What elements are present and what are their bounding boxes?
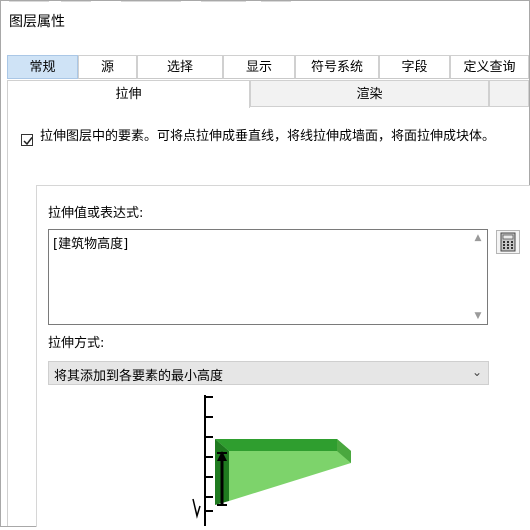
extrusion-method-label: 拉伸方式: bbox=[48, 336, 105, 351]
tab-selection[interactable]: 选择 bbox=[137, 55, 223, 79]
extrusion-value-label: 拉伸值或表达式: bbox=[48, 206, 144, 221]
extrusion-method-illustration bbox=[191, 391, 363, 526]
cropped-background-strip bbox=[1, 1, 529, 4]
extrude-checkbox[interactable] bbox=[21, 134, 33, 146]
check-icon bbox=[23, 137, 33, 146]
tab-fields[interactable]: 字段 bbox=[379, 55, 450, 79]
tab-empty-slot bbox=[489, 80, 529, 107]
tab-symbology[interactable]: 符号系统 bbox=[295, 55, 379, 79]
window-title: 图层属性 bbox=[9, 14, 65, 30]
chevron-down-icon: ⌄ bbox=[471, 365, 482, 379]
scroll-down-icon[interactable]: ▼ bbox=[473, 312, 483, 321]
layer-properties-window: 图层属性 常规 源 选择 显示 符号系统 字段 定义查询 拉伸 渲染 拉伸图层中… bbox=[0, 0, 530, 527]
tab-definition-query[interactable]: 定义查询 bbox=[450, 55, 529, 79]
extrude-checkbox-label: 拉伸图层中的要素。可将点拉伸成垂直线，将线拉伸成墙面，将面拉伸成块体。 bbox=[40, 129, 496, 144]
extrusion-method-value: 将其添加到各要素的最小高度 bbox=[54, 369, 224, 384]
expression-scrollbar[interactable]: ▲ ▼ bbox=[470, 231, 486, 323]
extrusion-method-select[interactable]: 将其添加到各要素的最小高度 ⌄ bbox=[48, 361, 489, 385]
tab-row-secondary: 拉伸 渲染 bbox=[1, 80, 529, 108]
tab-extrusion[interactable]: 拉伸 bbox=[7, 80, 250, 108]
tab-row-primary: 常规 源 选择 显示 符号系统 字段 定义查询 bbox=[1, 55, 529, 80]
extrusion-expression-input[interactable]: [建筑物高度] ▲ ▼ bbox=[48, 229, 488, 325]
scroll-up-icon[interactable]: ▲ bbox=[473, 234, 483, 243]
tab-rendering[interactable]: 渲染 bbox=[250, 80, 489, 107]
tab-source[interactable]: 源 bbox=[78, 55, 137, 79]
extrusion-expression-value: [建筑物高度] bbox=[53, 237, 129, 252]
tab-general[interactable]: 常规 bbox=[7, 55, 78, 79]
tab-display[interactable]: 显示 bbox=[223, 55, 295, 79]
expression-builder-button[interactable] bbox=[496, 230, 520, 254]
title-bar: 图层属性 bbox=[1, 1, 529, 39]
calculator-icon bbox=[500, 232, 516, 252]
